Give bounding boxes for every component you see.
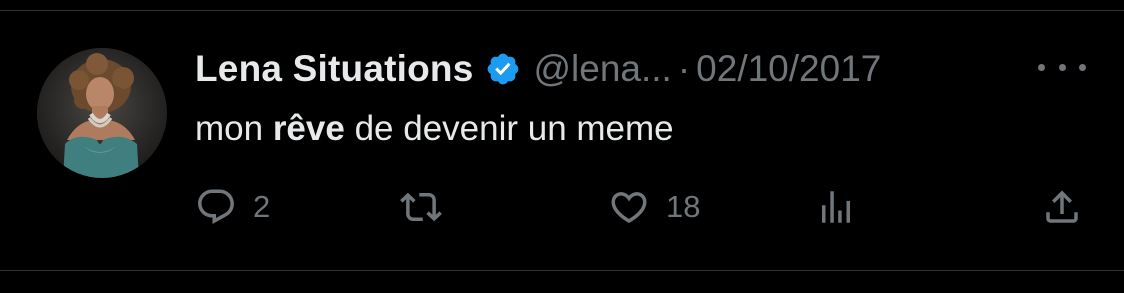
- views-icon: [822, 191, 850, 223]
- retweet-button[interactable]: [400, 180, 442, 234]
- author-name[interactable]: Lena Situations: [195, 48, 473, 90]
- like-count: 18: [666, 189, 701, 224]
- share-icon: [1046, 190, 1078, 223]
- action-bar: 2 18: [195, 180, 1095, 234]
- share-button[interactable]: [1041, 180, 1083, 234]
- reply-button[interactable]: 2: [195, 180, 270, 234]
- tweet-date[interactable]: 02/10/2017: [696, 48, 881, 90]
- like-button[interactable]: 18: [608, 180, 700, 234]
- author-handle[interactable]: @lena...: [533, 48, 671, 90]
- tweet-header: Lena Situations @lena... · 02/10/2017: [195, 43, 881, 95]
- tweet-text-end: de devenir un meme: [344, 109, 674, 148]
- tweet-text-start: mon: [195, 109, 273, 148]
- reply-count: 2: [253, 189, 271, 224]
- more-options-icon[interactable]: [1038, 52, 1086, 82]
- tweet-text: mon rêve de devenir un meme: [195, 105, 674, 153]
- retweet-icon: [400, 192, 442, 222]
- heart-icon: [611, 192, 647, 224]
- avatar-photo: [37, 48, 167, 178]
- tweet-text-bold: rêve: [272, 109, 345, 148]
- avatar[interactable]: [37, 48, 167, 178]
- separator-dot: ·: [677, 48, 691, 89]
- reply-icon: [198, 189, 234, 224]
- top-divider: [0, 10, 1124, 11]
- bottom-divider: [0, 270, 1124, 271]
- views-button[interactable]: [815, 180, 857, 234]
- verified-badge-icon: [485, 51, 521, 87]
